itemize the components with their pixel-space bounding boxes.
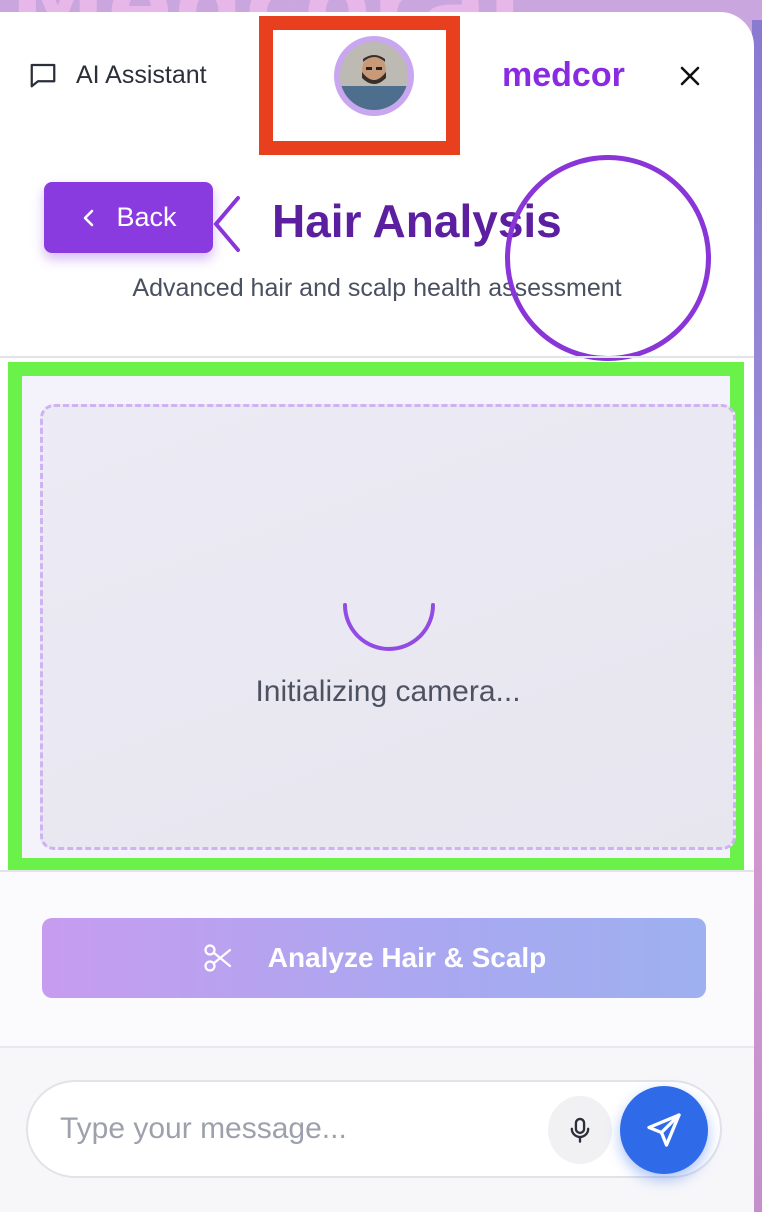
action-area: Analyze Hair & Scalp bbox=[0, 872, 754, 1046]
close-icon bbox=[680, 66, 700, 86]
camera-highlight-frame: Initializing camera... bbox=[8, 362, 744, 872]
highlight-circle bbox=[505, 155, 711, 361]
assistant-heading: AI Assistant bbox=[28, 60, 207, 90]
camera-preview[interactable]: Initializing camera... bbox=[40, 404, 736, 850]
avatar[interactable] bbox=[334, 36, 414, 116]
message-input-wrapper bbox=[26, 1080, 722, 1178]
microphone-icon bbox=[570, 1117, 590, 1143]
camera-status-text: Initializing camera... bbox=[255, 675, 521, 708]
avatar-photo bbox=[340, 42, 408, 110]
scissors-icon bbox=[204, 944, 231, 972]
microphone-button[interactable] bbox=[548, 1096, 612, 1164]
chat-bubble-icon bbox=[30, 63, 56, 88]
assistant-label: AI Assistant bbox=[76, 60, 207, 89]
panel-header: AI Assistant medcor bbox=[0, 12, 754, 155]
analyze-hair-label: Analyze Hair & Scalp bbox=[267, 942, 547, 973]
message-input[interactable] bbox=[60, 1104, 540, 1154]
divider bbox=[0, 356, 754, 358]
loading-spinner-icon bbox=[343, 603, 435, 651]
close-button[interactable] bbox=[674, 60, 706, 92]
back-button[interactable]: Back bbox=[44, 182, 213, 253]
brand-logo: medcor bbox=[502, 56, 625, 94]
assistant-panel: AI Assistant medcor Back Hair Analysis A… bbox=[0, 12, 754, 1212]
back-label: Back bbox=[116, 202, 177, 232]
chevron-left-icon bbox=[213, 196, 240, 252]
message-composer bbox=[0, 1048, 754, 1212]
chevron-left-icon bbox=[84, 209, 94, 226]
analyze-hair-button[interactable]: Analyze Hair & Scalp bbox=[42, 918, 706, 998]
send-button[interactable] bbox=[620, 1086, 708, 1174]
send-icon bbox=[647, 1113, 681, 1147]
